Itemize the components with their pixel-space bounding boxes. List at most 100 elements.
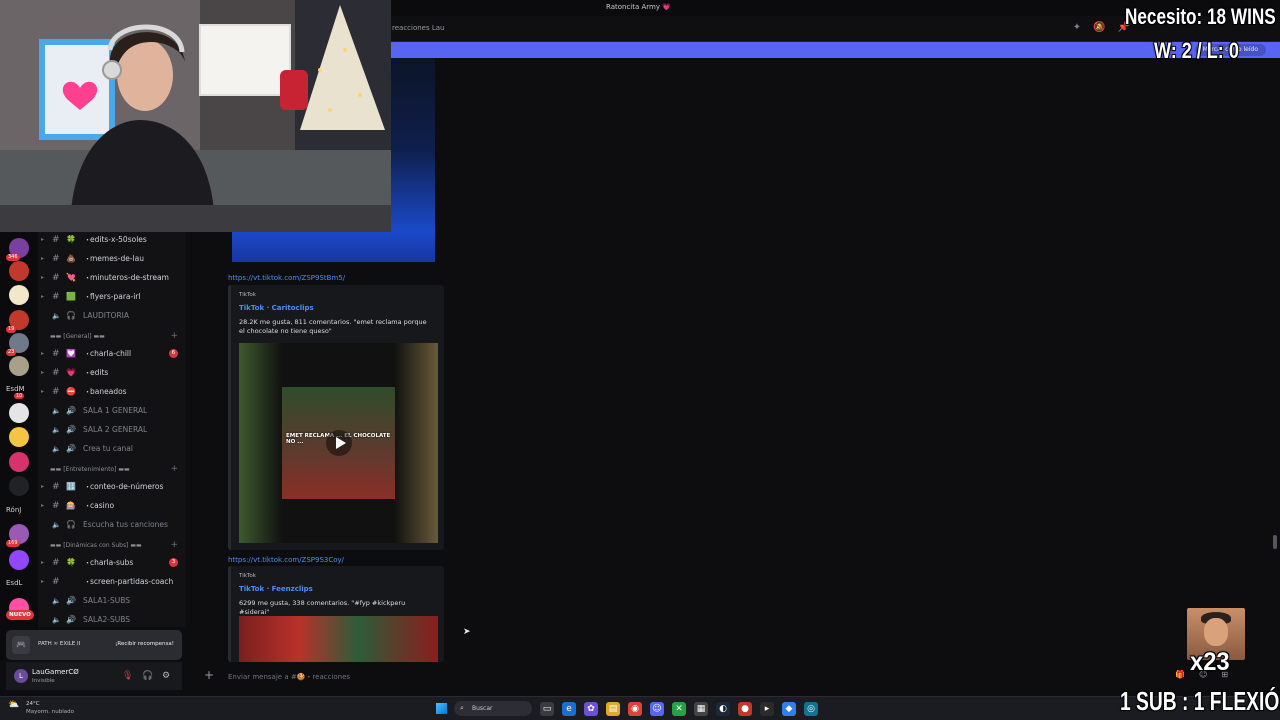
folder-icon[interactable]: ▤ (606, 702, 620, 716)
server-icon[interactable] (9, 476, 29, 496)
voice-channel[interactable]: 🔈 🔊 SALA 2 GENERAL (38, 420, 186, 439)
server-icon[interactable] (9, 550, 29, 570)
text-channel[interactable]: ▸ # ⛔ baneados ・ (38, 382, 186, 401)
video-thumbnail[interactable] (239, 616, 438, 662)
avatar[interactable]: L (14, 669, 28, 683)
hash-icon: # (52, 291, 60, 302)
hash-icon: # (52, 253, 60, 264)
voice-channel[interactable]: 🔈 🔊 Crea tu canal (38, 439, 186, 458)
message-input[interactable]: Enviar mensaje a #🍪・reacciones (228, 672, 350, 682)
voice-channel[interactable]: 🔈 🔊 SALA 1 GENERAL (38, 401, 186, 420)
new-messages-banner[interactable]: Marcar como leído (390, 42, 1280, 58)
text-channel[interactable]: ▸ # 🎰 casino ・ (38, 496, 186, 515)
category-label: ▬▬ [General] ▬▬ (50, 333, 105, 340)
embed-title[interactable]: TikTok · Feenzclips (239, 585, 313, 593)
server-badge: 10 (14, 393, 25, 399)
steam-icon[interactable]: ◐ (716, 702, 730, 716)
play-icon[interactable] (325, 430, 352, 456)
message-link[interactable]: https://vt.tiktok.com/ZSP9StBm5/ (228, 274, 345, 282)
hash-icon: # (52, 557, 60, 568)
voice-channel[interactable]: 🔈 🎧 LAUDITORIA (38, 306, 186, 325)
channel-emoji-icon: 🎰 (66, 501, 76, 510)
text-channel[interactable]: ▸ # screen-partidas-coach ・ (38, 572, 186, 591)
speaker-icon: 🔈 (52, 444, 61, 453)
scrollbar[interactable] (1273, 535, 1277, 549)
unread-badge: 3 (169, 558, 178, 567)
server-folder[interactable]: EsdL (6, 579, 22, 587)
server-folder[interactable]: RónJ (6, 506, 21, 514)
text-channel[interactable]: ▸ # 🍀 edits-x-50soles ・ (38, 232, 186, 249)
chrome-icon[interactable]: ◉ (628, 702, 642, 716)
weather-temp: 24°C (26, 701, 40, 707)
mic-muted-icon[interactable]: 🎙 (122, 671, 133, 681)
channel-label: SALA1-SUBS (83, 596, 131, 605)
server-icon[interactable] (9, 427, 29, 447)
embed-title[interactable]: TikTok · Caritoclips (239, 304, 314, 312)
deafen-icon[interactable]: 🎧 (142, 671, 153, 681)
text-channel[interactable]: ▸ # 💘 minuteros-de-stream ・ (38, 268, 186, 287)
discord-icon[interactable]: ☺ (650, 702, 664, 716)
hash-icon: # (52, 348, 60, 359)
video-thumbnail[interactable]: EMET RECLAMA ... EL CHOCOLATE NO ... (239, 343, 438, 543)
server-icon[interactable]: 19 (6, 310, 29, 333)
server-icon[interactable]: 169 (6, 524, 29, 547)
speaker-icon: 🔈 (52, 615, 61, 624)
server-icon[interactable] (9, 403, 29, 423)
text-channel[interactable]: ▸ # 💗 edits ・ (38, 363, 186, 382)
text-channel[interactable]: ▸ # 💩 memes-de-lau ・ (38, 249, 186, 268)
text-channel[interactable]: ▸ # 🍀 charla-subs ・ 3 (38, 553, 186, 572)
channel-category[interactable]: ▬▬ [Dinámicas con Subs] ▬▬ + (50, 540, 186, 550)
chevron-right-icon: ▸ (41, 350, 45, 357)
text-channel[interactable]: ▸ # 🟩 flyers-para-irl ・ (38, 287, 186, 306)
message-link[interactable]: https://vt.tiktok.com/ZSP9S3Coy/ (228, 556, 344, 564)
copilot-icon[interactable]: ✿ (584, 702, 598, 716)
embed-description: 28.2K me gusta, 811 comentarios. "emet r… (239, 318, 427, 335)
new-badge[interactable]: NUEVO (6, 610, 34, 620)
server-folder[interactable]: EsdM (6, 385, 25, 393)
hash-icon: # (52, 576, 60, 587)
server-icon[interactable]: 23 (6, 333, 29, 356)
channel-emoji-icon: 🔊 (66, 406, 76, 415)
add-channel-icon[interactable]: + (170, 331, 178, 341)
calculator-icon[interactable]: ▦ (694, 702, 708, 716)
server-icon[interactable]: 346 (6, 238, 29, 261)
claim-reward-button[interactable]: ¡Recibir recompensa! (115, 641, 174, 647)
channel-category[interactable]: ▬▬ [Entretenimiento] ▬▬ + (50, 464, 186, 474)
server-badge: 23 (6, 349, 17, 356)
thread-icon[interactable]: ✦ (1073, 22, 1081, 33)
channel-category[interactable]: ▬▬ [General] ▬▬ + (50, 331, 186, 341)
obs-icon[interactable]: ● (738, 702, 752, 716)
server-icon[interactable] (9, 261, 29, 281)
add-channel-icon[interactable]: + (170, 464, 178, 474)
voice-channel[interactable]: 🔈 🎧 Escucha tus canciones (38, 515, 186, 534)
chevron-right-icon: ▸ (41, 502, 45, 509)
voice-channel[interactable]: 🔈 🔊 SALA2-SUBS (38, 610, 186, 627)
message-composer[interactable]: + Enviar mensaje a #🍪・reacciones (194, 664, 1194, 688)
voice-channel[interactable]: 🔈 🔊 SALA1-SUBS (38, 591, 186, 610)
text-channel[interactable]: ▸ # 💟 charla-chill ・ 6 (38, 344, 186, 363)
task-view-icon[interactable]: ▭ (540, 702, 554, 716)
channel-emoji-icon: 🟩 (66, 292, 76, 301)
server-icon[interactable] (9, 452, 29, 472)
add-channel-icon[interactable]: + (170, 540, 178, 550)
browser-icon[interactable]: ◎ (804, 702, 818, 716)
mute-bell-icon[interactable]: 🔕 (1093, 22, 1105, 33)
text-channel[interactable]: ▸ # 🔢 conteo-de-números ・ (38, 477, 186, 496)
separator-dot: ・ (84, 558, 91, 567)
add-attachment-icon[interactable]: + (204, 668, 214, 682)
taskbar-search[interactable]: ⌕ Buscar (454, 701, 532, 716)
app-icon[interactable]: ◆ (782, 702, 796, 716)
server-icon[interactable] (9, 285, 29, 305)
channel-label: conteo-de-números (90, 482, 164, 491)
weather-desc: Mayorm. nublado (26, 709, 74, 715)
gift-icon[interactable]: 🎁 (1175, 670, 1185, 679)
xbox-icon[interactable]: ✕ (672, 702, 686, 716)
separator-dot: ・ (84, 292, 91, 301)
terminal-icon[interactable]: ▸ (760, 702, 774, 716)
server-icon[interactable] (9, 356, 29, 376)
windows-start-icon[interactable] (436, 703, 447, 714)
category-label: ▬▬ [Entretenimiento] ▬▬ (50, 466, 130, 473)
channel-label: charla-subs (90, 558, 134, 567)
gear-icon[interactable]: ⚙ (162, 671, 170, 681)
edge-icon[interactable]: e (562, 702, 576, 716)
